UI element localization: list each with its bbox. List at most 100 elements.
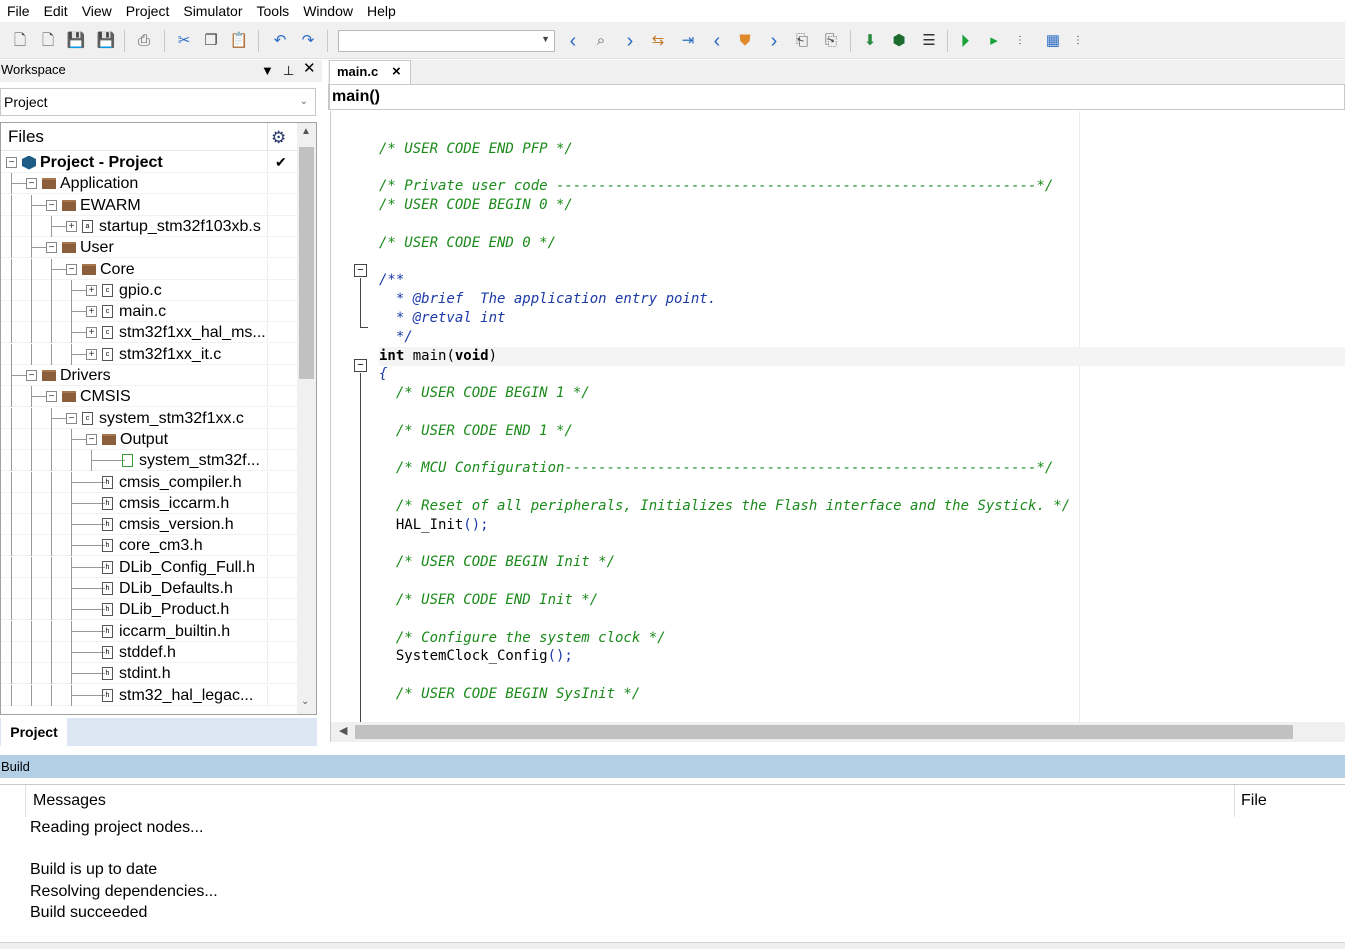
code-line[interactable]: /** <box>379 271 404 290</box>
code-line[interactable]: int main(void) <box>379 346 1345 366</box>
menu-edit[interactable]: Edit <box>37 0 75 22</box>
scroll-left-icon[interactable]: ◀ <box>339 724 347 737</box>
paste-icon[interactable]: 📋 <box>229 31 249 51</box>
editor-hscrollbar[interactable]: ◀ <box>330 722 1345 742</box>
function-navigator[interactable]: main() <box>328 84 1345 110</box>
workspace-selector[interactable]: Project ⌄ <box>0 88 316 116</box>
code-line[interactable]: */ <box>379 328 413 347</box>
collapse-icon[interactable]: − <box>26 370 37 381</box>
code-editor[interactable]: /* USER CODE END PFP */ /* Private user c… <box>330 111 1345 722</box>
tree-node[interactable]: − CMSIS <box>46 386 131 407</box>
tree-row[interactable]: h DLib_Defaults.h <box>1 578 297 599</box>
toggle-icon[interactable]: ⇆ <box>648 31 668 51</box>
messages-column-header[interactable]: Messages <box>33 792 106 810</box>
code-line[interactable]: /* USER CODE BEGIN SysInit */ <box>379 685 640 704</box>
code-line[interactable]: /* USER CODE END 1 */ <box>379 422 573 441</box>
tree-node[interactable]: + a startup_stm32f103xb.s <box>66 216 261 237</box>
tree-node[interactable]: h DLib_Config_Full.h <box>86 557 255 578</box>
scrollbar-thumb[interactable] <box>299 147 314 379</box>
code-line[interactable]: /* Reset of all peripherals, Initializes… <box>379 497 1070 516</box>
code-line[interactable]: /* USER CODE BEGIN 0 */ <box>379 196 573 215</box>
tree-node[interactable]: − Output <box>86 429 168 450</box>
tree-node[interactable]: h cmsis_version.h <box>86 514 234 535</box>
expand-icon[interactable]: + <box>86 306 97 318</box>
code-line[interactable]: * @retval int <box>379 309 506 328</box>
code-line[interactable]: /* USER CODE END Init */ <box>379 591 598 610</box>
tree-row[interactable]: − Core <box>1 258 297 280</box>
tree-node[interactable]: − c system_stm32f1xx.c <box>66 408 244 429</box>
tree-row[interactable]: h cmsis_iccarm.h <box>1 492 297 514</box>
collapse-icon[interactable]: − <box>26 178 37 190</box>
bookmark-icon[interactable]: ⇥ <box>678 31 698 51</box>
more-icon[interactable]: ⋮ <box>1010 31 1030 51</box>
collapse-icon[interactable]: − <box>6 157 17 168</box>
code-line[interactable]: /* Configure the system clock */ <box>379 629 666 648</box>
tree-row[interactable]: h cmsis_compiler.h <box>1 471 297 493</box>
tab-main-c[interactable]: main.c × <box>329 60 411 84</box>
tree-node[interactable]: − Project - Project <box>6 152 163 173</box>
build-message[interactable]: Build is up to date <box>30 859 157 880</box>
download-icon[interactable]: ⬇ <box>860 31 880 51</box>
forward-icon[interactable]: › <box>620 31 640 51</box>
layout-icon[interactable]: ▦ <box>1043 31 1063 51</box>
back-icon[interactable]: ‹ <box>563 31 583 51</box>
collapse-icon[interactable]: − <box>46 242 57 254</box>
dropdown-icon[interactable]: ▼ <box>261 61 274 81</box>
code-line[interactable]: { <box>379 365 387 384</box>
tab-project[interactable]: Project <box>1 718 67 746</box>
menu-tools[interactable]: Tools <box>250 0 297 22</box>
pin-icon[interactable]: ⊥ <box>283 61 294 81</box>
find-icon[interactable]: ⌕ <box>591 31 611 51</box>
tree-row[interactable]: − c system_stm32f1xx.c <box>1 407 297 429</box>
tree-node[interactable]: − Drivers <box>26 365 111 386</box>
tree-row[interactable]: + c gpio.c <box>1 279 297 301</box>
tree-row[interactable]: h stdint.h <box>1 663 297 685</box>
tree-row[interactable]: h stddef.h <box>1 641 297 663</box>
tree-node[interactable]: h DLib_Defaults.h <box>86 578 233 599</box>
tree-node[interactable]: + c stm32f1xx_hal_ms... <box>86 322 266 343</box>
menu-project[interactable]: Project <box>119 0 177 22</box>
collapse-icon[interactable]: − <box>46 391 57 403</box>
tree-row[interactable]: − Output <box>1 428 297 450</box>
tree-node[interactable]: h stm32_hal_legac... <box>86 685 253 706</box>
redo-icon[interactable]: ↷ <box>298 31 318 51</box>
build-message[interactable]: Resolving dependencies... <box>30 881 218 902</box>
tree-node[interactable]: h cmsis_compiler.h <box>86 472 242 493</box>
tree-row[interactable]: − EWARM <box>1 194 297 216</box>
code-line[interactable]: /* USER CODE BEGIN Init */ <box>379 553 615 572</box>
print-icon[interactable]: ⎙ <box>134 31 154 51</box>
save-all-icon[interactable]: 💾 <box>96 31 116 51</box>
build-message[interactable]: Build succeeded <box>30 902 147 923</box>
fold-collapse-icon[interactable]: − <box>354 359 367 372</box>
tree-row[interactable]: system_stm32f... <box>1 450 297 472</box>
tree-node[interactable]: + c main.c <box>86 301 166 322</box>
tree-row[interactable]: h iccarm_builtin.h <box>1 620 297 642</box>
menu-window[interactable]: Window <box>296 0 360 22</box>
close-icon[interactable]: × <box>392 61 401 83</box>
tree-node[interactable]: − User <box>46 237 114 258</box>
code-line[interactable]: /* MCU Configuration--------------------… <box>379 459 1053 478</box>
gear-icon[interactable]: ⚙ <box>271 124 286 152</box>
new-file-icon[interactable]: 🗋 <box>38 31 58 51</box>
collapse-icon[interactable]: − <box>46 199 57 211</box>
code-line[interactable]: /* USER CODE END PFP */ <box>379 140 573 159</box>
scroll-down-icon[interactable]: ⌄ <box>301 696 309 707</box>
build-message[interactable]: Reading project nodes... <box>30 817 203 838</box>
expand-icon[interactable]: + <box>66 220 77 232</box>
tree-node[interactable]: − EWARM <box>46 195 141 216</box>
tree-row[interactable]: + c stm32f1xx_hal_ms... <box>1 322 297 344</box>
new-file-icon[interactable]: 🗋 <box>10 31 30 51</box>
tree-node[interactable]: h stddef.h <box>86 642 176 663</box>
tree-row[interactable]: − CMSIS <box>1 386 297 408</box>
tree-row[interactable]: − Project - Project ✔ <box>1 152 297 173</box>
more-icon[interactable]: ⋮ <box>1068 31 1088 51</box>
tree-node[interactable]: h core_cm3.h <box>86 535 203 556</box>
collapse-icon[interactable]: − <box>86 433 97 445</box>
code-line[interactable]: * @brief The application entry point. <box>379 290 716 309</box>
cut-icon[interactable]: ✂ <box>174 31 194 51</box>
tree-scrollbar[interactable]: ▲ ⌄ <box>297 123 316 714</box>
tree-node[interactable]: − Core <box>66 259 135 280</box>
undo-icon[interactable]: ↶ <box>270 31 290 51</box>
tree-row[interactable]: h DLib_Config_Full.h <box>1 556 297 578</box>
prev-bookmark-icon[interactable]: ⎗ <box>792 31 812 51</box>
